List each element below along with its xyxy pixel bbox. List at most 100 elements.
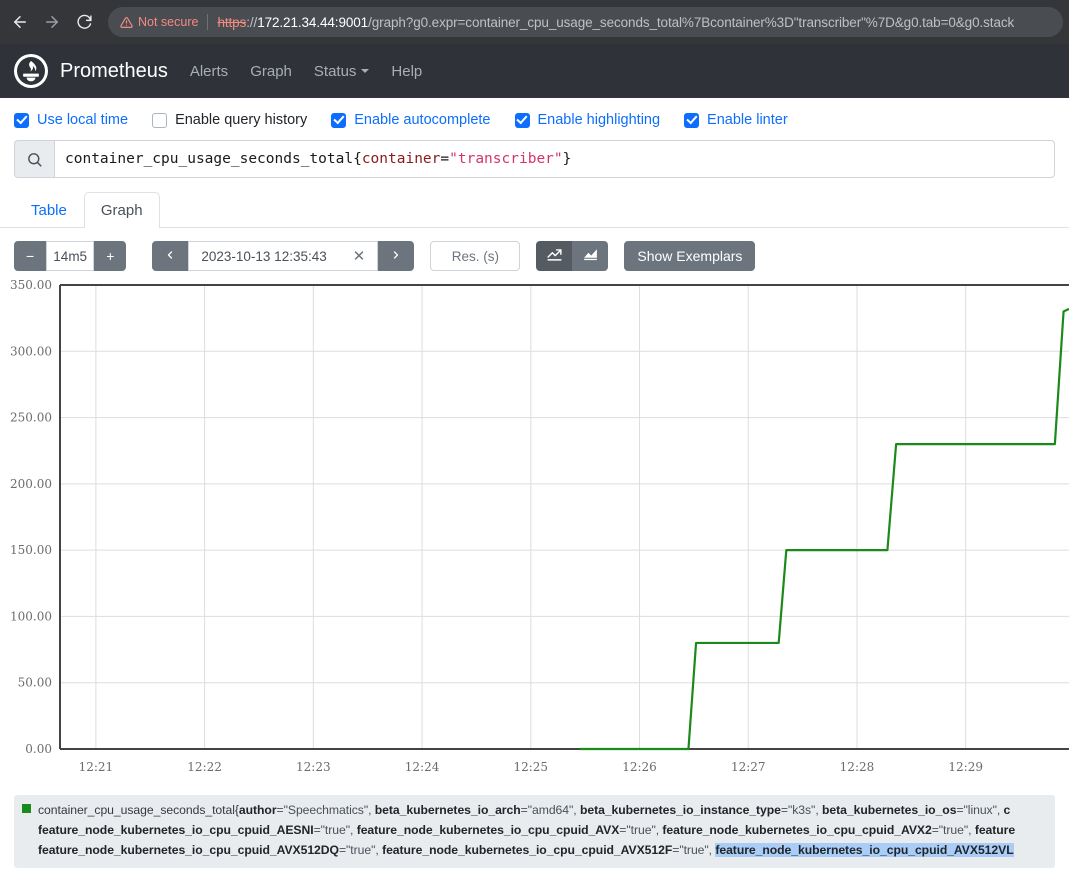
legend-text-part: container_cpu_usage_seconds_total{ xyxy=(38,803,239,817)
legend-text-part: feature_node_kubernetes_io_cpu_cpuid_AES… xyxy=(38,823,314,837)
legend-item[interactable]: container_cpu_usage_seconds_total{author… xyxy=(22,800,1047,820)
legend-item-continuation[interactable]: feature_node_kubernetes_io_cpu_cpuid_AES… xyxy=(22,820,1047,840)
legend-text-part: ="k3s", xyxy=(781,803,822,817)
increase-range-button[interactable]: + xyxy=(94,241,126,271)
arrow-right-icon xyxy=(43,13,61,31)
legend-color-swatch xyxy=(22,804,31,813)
show-exemplars-label: Show Exemplars xyxy=(637,248,742,264)
arrow-left-icon xyxy=(11,13,29,31)
query-input[interactable]: container_cpu_usage_seconds_total{contai… xyxy=(54,140,1055,178)
next-time-button[interactable] xyxy=(378,241,414,271)
browser-toolbar: Not secure https://172.21.34.44:9001/gra… xyxy=(0,0,1069,44)
line-chart-icon xyxy=(546,245,563,267)
legend-text-part: feature_node_kubernetes_io_cpu_cpuid_AVX… xyxy=(38,843,339,857)
nav-link-graph[interactable]: Graph xyxy=(250,63,292,80)
resolution-input[interactable]: Res. (s) xyxy=(430,241,520,271)
checkbox-enable-highlighting[interactable] xyxy=(515,113,530,128)
legend-text-part: ="Speechmatics", xyxy=(277,803,375,817)
graph-panel: 0.0050.00100.00150.00200.00250.00300.003… xyxy=(0,271,1069,789)
query-equals: = xyxy=(440,151,449,167)
y-axis-tick-label: 350.00 xyxy=(10,279,52,292)
range-input-value: 14m5 xyxy=(53,249,87,264)
legend-text-part: ="true", xyxy=(314,823,357,837)
forward-button[interactable] xyxy=(36,6,68,38)
legend-text-part: feature_node_kubernetes_io_cpu_cpuid_AVX xyxy=(357,823,620,837)
series-legend: container_cpu_usage_seconds_total{author… xyxy=(14,795,1055,868)
graph-controls: − 14m5 + 2023-10-13 12:35:43 ✕ Res. (s) xyxy=(0,228,1069,271)
legend-text-part: ="amd64", xyxy=(521,803,580,817)
chart-type-group xyxy=(536,241,608,271)
checkbox-enable-linter[interactable] xyxy=(684,113,699,128)
x-axis-tick-label: 12:21 xyxy=(79,760,114,774)
x-axis-tick-label: 12:23 xyxy=(296,760,331,774)
tab-table[interactable]: Table xyxy=(14,192,84,228)
option-enable-query-history[interactable]: Enable query history xyxy=(152,112,307,128)
y-axis-tick-label: 150.00 xyxy=(10,543,52,557)
close-icon[interactable]: ✕ xyxy=(353,247,366,265)
time-input-value: 2023-10-13 12:35:43 xyxy=(201,249,326,264)
option-use-local-time-label: Use local time xyxy=(37,112,128,128)
tab-table-label: Table xyxy=(31,202,67,219)
decrease-range-label: − xyxy=(26,248,34,264)
nav-link-status-label: Status xyxy=(314,63,357,80)
decrease-range-button[interactable]: − xyxy=(14,241,46,271)
x-axis-tick-label: 12:28 xyxy=(840,760,875,774)
line-chart-button[interactable] xyxy=(536,241,572,271)
legend-text-part: c xyxy=(1004,803,1011,817)
legend-text-part: ="true", xyxy=(339,843,382,857)
legend-item-continuation[interactable]: feature_node_kubernetes_io_cpu_cpuid_AVX… xyxy=(22,840,1047,860)
prometheus-navbar: Prometheus Alerts Graph Status Help xyxy=(0,44,1069,98)
legend-text-part: beta_kubernetes_io_os xyxy=(822,803,956,817)
range-input[interactable]: 14m5 xyxy=(46,241,94,271)
tab-graph[interactable]: Graph xyxy=(84,192,160,228)
query-metric-token: container_cpu_usage_seconds_total xyxy=(65,151,353,167)
time-input[interactable]: 2023-10-13 12:35:43 ✕ xyxy=(188,241,378,271)
option-enable-linter[interactable]: Enable linter xyxy=(684,112,788,128)
legend-text-part: author xyxy=(239,803,277,817)
tab-graph-label: Graph xyxy=(101,202,143,219)
checkbox-use-local-time[interactable] xyxy=(14,113,29,128)
reload-icon xyxy=(76,14,93,31)
option-enable-highlighting[interactable]: Enable highlighting xyxy=(515,112,661,128)
range-group: − 14m5 + xyxy=(14,241,126,271)
legend-text-part: feature_node_kubernetes_io_cpu_cpuid_AVX… xyxy=(382,843,672,857)
legend-text-part: feature_node_kubernetes_io_cpu_cpuid_AVX… xyxy=(662,823,931,837)
option-enable-highlighting-label: Enable highlighting xyxy=(538,112,661,128)
reload-button[interactable] xyxy=(68,6,100,38)
url-separator: :// xyxy=(246,15,257,30)
nav-link-alerts-label: Alerts xyxy=(190,63,228,80)
stacked-chart-button[interactable] xyxy=(572,241,608,271)
security-status-label: Not secure xyxy=(138,15,198,29)
nav-link-help[interactable]: Help xyxy=(391,63,422,80)
prometheus-logo-icon[interactable] xyxy=(14,54,48,88)
chevron-right-icon xyxy=(390,248,402,265)
brand-title[interactable]: Prometheus xyxy=(60,60,168,83)
query-row: container_cpu_usage_seconds_total{contai… xyxy=(0,140,1069,178)
show-exemplars-button[interactable]: Show Exemplars xyxy=(624,241,755,271)
option-enable-autocomplete[interactable]: Enable autocomplete xyxy=(331,112,490,128)
time-series-chart[interactable]: 0.0050.00100.00150.00200.00250.00300.003… xyxy=(0,279,1069,789)
option-enable-autocomplete-label: Enable autocomplete xyxy=(354,112,490,128)
address-bar[interactable]: Not secure https://172.21.34.44:9001/gra… xyxy=(108,7,1063,37)
legend-text-part: beta_kubernetes_io_arch xyxy=(375,803,521,817)
chevron-down-icon xyxy=(361,69,369,73)
option-use-local-time[interactable]: Use local time xyxy=(14,112,128,128)
warning-triangle-icon xyxy=(120,16,133,29)
nav-link-alerts[interactable]: Alerts xyxy=(190,63,228,80)
legend-text-part: ="linux", xyxy=(956,803,1003,817)
y-axis-tick-label: 0.00 xyxy=(25,742,52,756)
option-enable-query-history-label: Enable query history xyxy=(175,112,307,128)
previous-time-button[interactable] xyxy=(152,241,188,271)
back-button[interactable] xyxy=(4,6,36,38)
checkbox-enable-autocomplete[interactable] xyxy=(331,113,346,128)
url-host: 172.21.34.44:9001 xyxy=(257,15,368,30)
search-icon[interactable] xyxy=(14,140,54,178)
checkbox-enable-query-history[interactable] xyxy=(152,113,167,128)
query-label-name: container xyxy=(362,151,441,167)
legend-text-part: ="true", xyxy=(932,823,975,837)
query-close-brace: } xyxy=(563,151,572,167)
omnibox-divider xyxy=(207,14,208,30)
x-axis-tick-label: 12:22 xyxy=(187,760,222,774)
nav-link-status[interactable]: Status xyxy=(314,63,370,80)
legend-text-part: feature xyxy=(975,823,1015,837)
